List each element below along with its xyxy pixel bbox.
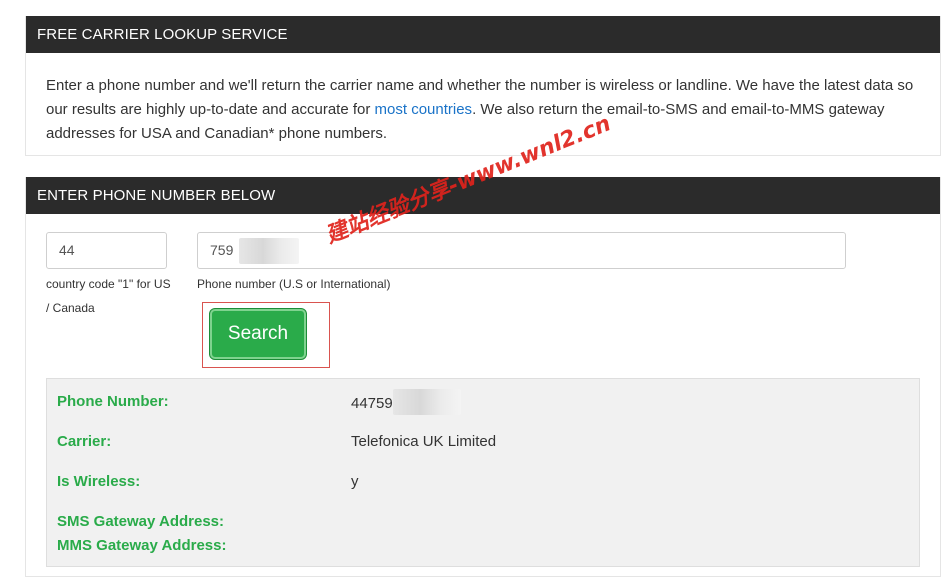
most-countries-link[interactable]: most countries — [375, 101, 473, 118]
intro-text: Enter a phone number and we'll return th… — [46, 74, 926, 146]
panel-title: FREE CARRIER LOOKUP SERVICE — [26, 16, 940, 53]
search-button[interactable]: Search — [210, 309, 306, 359]
phone-number-hint: Phone number (U.S or International) — [197, 277, 391, 291]
country-code-value: 44 — [59, 242, 75, 258]
country-code-input[interactable]: 44 — [46, 232, 167, 269]
sms-gateway-label: SMS Gateway Address: — [57, 513, 224, 530]
carrier-label: Carrier: — [57, 433, 112, 450]
phone-number-value: 759 — [210, 242, 234, 258]
redacted-blur — [239, 238, 300, 265]
lookup-result-box: Phone Number: 44759 Carrier: Telefonica … — [46, 378, 920, 567]
phone-number-label: Phone Number: — [57, 393, 169, 410]
is-wireless-value: y — [351, 473, 359, 490]
mms-gateway-label: MMS Gateway Address: — [57, 537, 227, 554]
redacted-blur — [392, 389, 461, 415]
phone-number-input[interactable]: 759 — [197, 232, 846, 269]
country-code-hint: country code "1" for US / Canada — [46, 277, 171, 315]
lookup-info-panel: FREE CARRIER LOOKUP SERVICE Enter a phon… — [25, 16, 941, 156]
carrier-value: Telefonica UK Limited — [351, 433, 497, 450]
phone-number-result-value: 44759 — [351, 394, 393, 412]
phone-number-result: 44759 — [351, 389, 461, 415]
is-wireless-label: Is Wireless: — [57, 473, 141, 490]
